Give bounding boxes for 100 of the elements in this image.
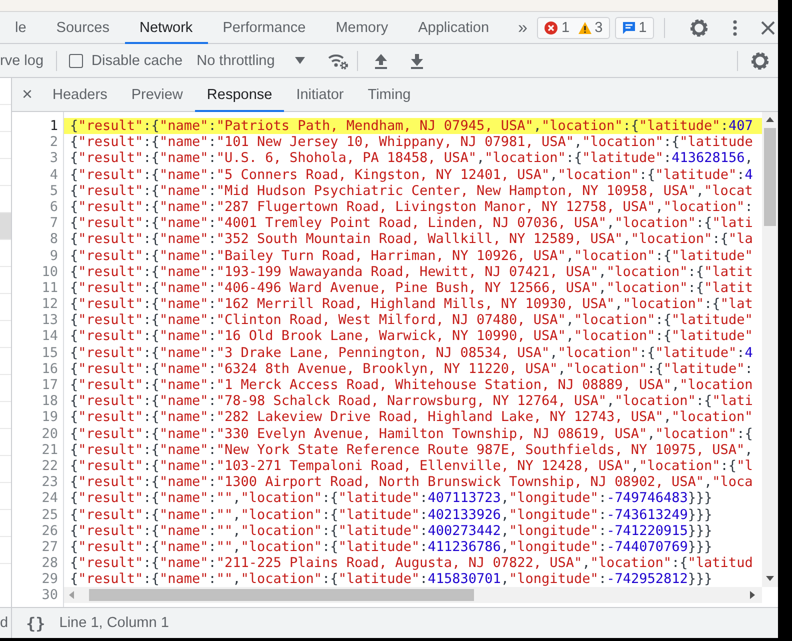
preserve-log-label[interactable]: rve log (0, 52, 44, 68)
line-number: 11 (40, 280, 59, 296)
line-number: 25 (40, 506, 59, 523)
code-line: {"result":{"name":"Clinton Road, West Milford, NJ 07480, USA","location":{"latitude" (69, 312, 754, 328)
scroll-right-icon[interactable] (750, 591, 756, 600)
line-number: 19 (40, 409, 59, 426)
line-number: 17 (40, 377, 59, 394)
panel-tab[interactable]: Application (403, 12, 504, 43)
code-line: {"result":{"name":"211-225 Plains Road, Augusta, NJ 07822, USA","location":{"latitud (69, 555, 754, 572)
detail-tab[interactable]: Preview (119, 78, 195, 111)
code-line: {"result":{"name":"U.S. 6, Shohola, PA 18458, USA","location":{"latitude":413628156, (69, 150, 754, 167)
scroll-down-icon[interactable] (766, 576, 774, 582)
caret-icon (294, 57, 305, 64)
count-label: 1 (561, 20, 570, 36)
issues-badge[interactable]: 1 (614, 16, 654, 38)
line-number: 21 (40, 442, 59, 458)
upload-icon[interactable] (374, 52, 388, 68)
cursor-position: Line 1, Column 1 (59, 615, 169, 631)
line-number: 14 (40, 328, 59, 345)
pretty-print-button[interactable]: {} (24, 614, 48, 632)
code-line: {"result":{"name":"162 Merrill Road, Highland Mills, NY 10930, USA","location":{"lat (69, 296, 754, 312)
request-row[interactable] (0, 213, 11, 240)
vertical-scrollbar[interactable] (762, 112, 778, 588)
status-text: d (0, 615, 8, 631)
line-number: 9 (48, 248, 59, 264)
line-number: 15 (40, 344, 59, 361)
issues-badge[interactable]: 1 3 (537, 16, 610, 38)
close-button[interactable]: × (12, 78, 41, 111)
code-line: {"result":{"name":"193-199 Wawayanda Road, Hewitt, NJ 07421, USA","location":{"latit (69, 264, 754, 280)
scrollbar-thumb[interactable] (764, 128, 776, 226)
line-number: 5 (48, 182, 59, 199)
line-number: 27 (40, 538, 59, 556)
code-line: {"result":{"name":"78-98 Schalck Road, Narrowsburg, NY 12764, USA","location":{"lati (69, 393, 754, 410)
code-line: {"result":{"name":"101 New Jersey 10, Whippany, NJ 07981, USA","location":{"latitude (69, 134, 754, 150)
code-line: {"result":{"name":"","location":{"latitude":402133926,"longitude":-743613249}}} (69, 506, 714, 523)
line-number: 12 (40, 296, 59, 312)
throttling-dropdown[interactable]: No throttling (196, 52, 305, 68)
message-icon (622, 20, 636, 34)
panel-tab[interactable]: Sources (41, 12, 124, 43)
checkbox[interactable] (68, 54, 83, 68)
line-number: 16 (40, 360, 59, 377)
line-number: 6 (48, 198, 59, 216)
line-number: 26 (40, 522, 59, 539)
line-number: 20 (40, 426, 59, 442)
panel-tab[interactable]: Network (124, 12, 208, 43)
line-number: 13 (40, 312, 59, 328)
horizontal-scrollbar[interactable] (64, 587, 762, 604)
code-line: {"result":{"name":"406-496 Ward Avenue, Pine Bush, NY 12566, USA","location":{"latit (69, 280, 754, 296)
code-line: {"result":{"name":"New York State Reference Route 987E, Southfields, NY 10975, USA", (69, 442, 754, 458)
more-tabs-button[interactable]: » (504, 12, 538, 43)
code-line: {"result":{"name":"5 Conners Road, Kingston, NY 12401, USA","location":{"latitude":4 (69, 166, 754, 183)
code-line: {"result":{"name":"282 Lakeview Drive Road, Highland Lake, NY 12743, USA","location" (69, 409, 754, 426)
line-number: 22 (40, 458, 59, 474)
scroll-up-icon[interactable] (766, 117, 774, 122)
code-line: {"result":{"name":"330 Evelyn Avenue, Hamilton Township, NJ 08619, USA","location":{ (69, 426, 754, 442)
line-number: 4 (48, 166, 59, 183)
line-number: 23 (40, 474, 59, 490)
line-number: 8 (48, 231, 59, 248)
download-icon[interactable] (410, 52, 424, 68)
settings-icon[interactable] (688, 18, 709, 38)
detail-tab[interactable]: Headers (40, 78, 120, 111)
detail-tab[interactable]: Response (194, 78, 284, 111)
scroll-left-icon[interactable] (69, 591, 75, 600)
line-number: 3 (48, 150, 59, 167)
line-number: 24 (40, 490, 59, 506)
code-line: {"result":{"name":"","location":{"latitude":400273442,"longitude":-741220915}}} (69, 522, 714, 539)
code-line: {"result":{"name":"","location":{"latitude":411236786,"longitude":-744070769}}} (69, 538, 714, 556)
line-number: 2 (48, 134, 59, 150)
more-options-icon[interactable] (732, 20, 737, 36)
line-number: 1 (48, 118, 59, 134)
code-line: {"result":{"name":"16 Old Brook Lane, Warwick, NY 10990, USA","location":{"latitude" (69, 328, 754, 345)
count-label: 1 (638, 20, 647, 36)
panel-tab[interactable]: le (0, 12, 42, 43)
code-line: {"result":{"name":"","location":{"latitude":415830701,"longitude":-742952812}}} (69, 571, 714, 588)
checkbox-label[interactable]: Disable cache (92, 52, 183, 68)
settings-icon[interactable] (750, 50, 770, 70)
code-line: {"result":{"name":"Bailey Turn Road, Harriman, NY 10926, USA","location":{"latitude" (69, 248, 754, 264)
count-label: 3 (594, 20, 603, 36)
wifi-settings-icon[interactable] (326, 52, 349, 70)
code-line: {"result":{"name":"4001 Tremley Point Road, Linden, NJ 07036, USA","location":{"lati (69, 215, 754, 232)
code-line: {"result":{"name":"352 South Mountain Road, Wallkill, NY 12589, USA","location":{"la (69, 231, 754, 248)
panel-tab[interactable]: Performance (208, 12, 321, 43)
warning-icon (578, 20, 592, 34)
line-number: 7 (48, 215, 59, 232)
close-icon[interactable] (760, 20, 775, 34)
code-line: {"result":{"name":"","location":{"latitude":407113723,"longitude":-749746483}}} (69, 490, 714, 506)
scrollbar-thumb[interactable] (89, 589, 474, 602)
code-line: {"result":{"name":"1300 Airport Road, North Brunswick Township, NJ 08902, USA","loca (69, 474, 754, 490)
line-number: 29 (40, 571, 59, 588)
line-number: 28 (40, 555, 59, 572)
line-number: 10 (40, 264, 59, 280)
panel-tab[interactable]: Memory (320, 12, 404, 43)
code-line: {"result":{"name":"103-271 Tempaloni Road, Ellenville, NY 12428, USA","location":{"l (69, 458, 754, 474)
line-number: 30 (40, 587, 59, 604)
detail-tab[interactable]: Initiator (284, 78, 356, 111)
code-line: {"result":{"name":"Mid Hudson Psychiatric Center, New Hampton, NY 10958, USA","locat (69, 182, 754, 199)
detail-tab[interactable]: Timing (356, 78, 423, 111)
line-number: 18 (40, 393, 59, 410)
error-icon (544, 20, 558, 34)
code-line: {"result":{"name":"3 Drake Lane, Pennington, NJ 08534, USA","location":{"latitude":4 (69, 344, 754, 361)
